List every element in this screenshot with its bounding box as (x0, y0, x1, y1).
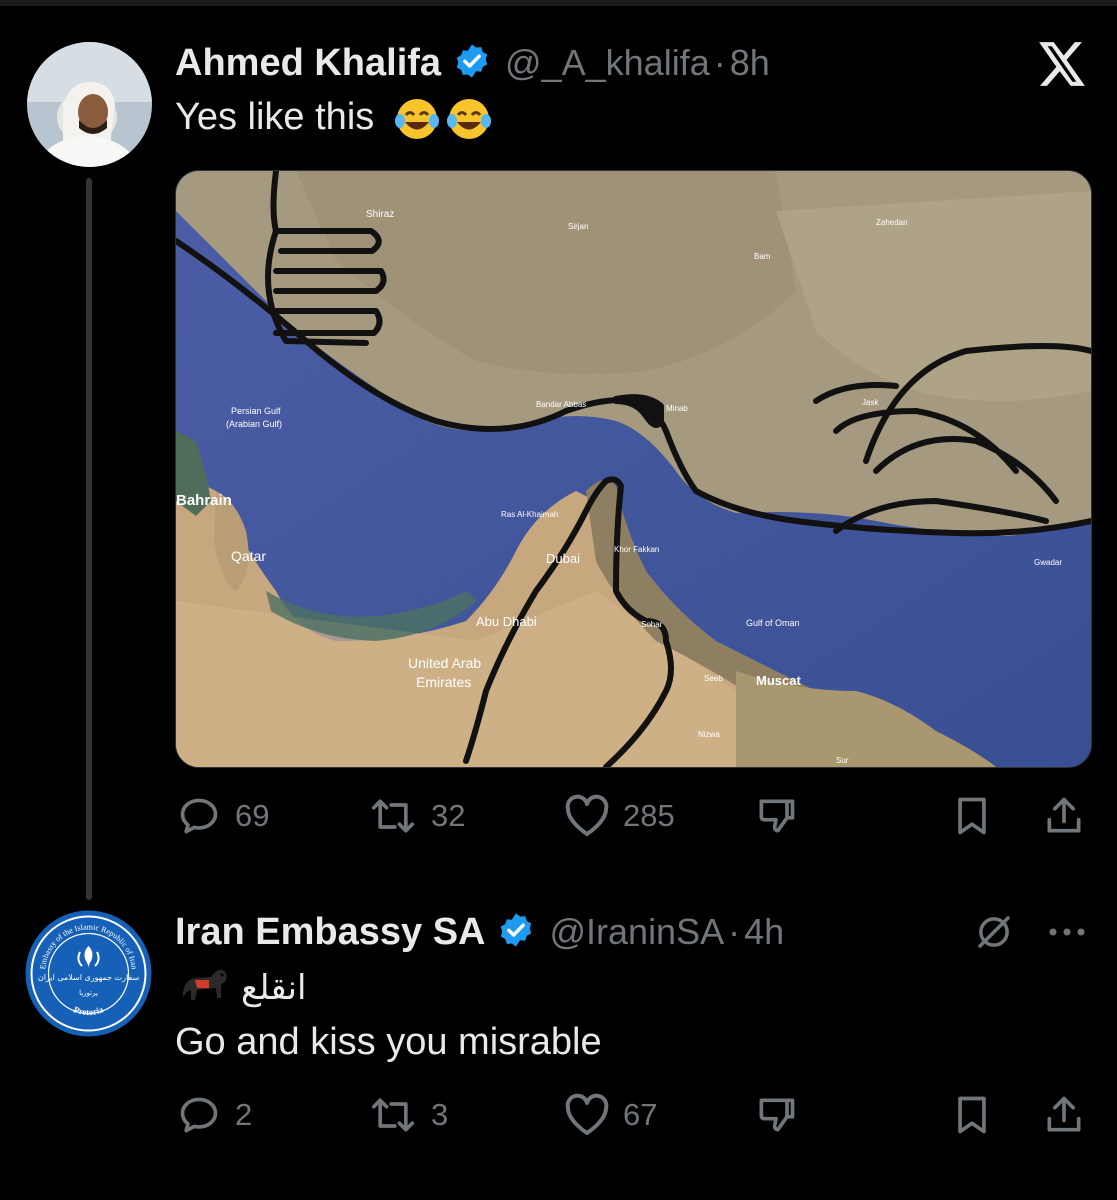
map-label-gwadar: Gwadar (1034, 558, 1062, 567)
tweet2-header: Iran Embassy SA @IraninSA · 4h (175, 909, 784, 955)
bookmark-button[interactable] (950, 1093, 994, 1137)
reply-icon (177, 794, 221, 838)
tweet2-arabic-row: انقلع (175, 962, 306, 1014)
reply-button[interactable]: 2 (177, 1093, 252, 1137)
top-edge (0, 0, 1117, 6)
map-label-uae-1: United Arab (408, 655, 481, 671)
share-button[interactable] (1042, 794, 1086, 838)
timestamp[interactable]: 8h (730, 42, 770, 84)
dislike-icon (752, 794, 800, 838)
heart-icon (563, 794, 611, 838)
share-icon (1042, 794, 1086, 838)
avatar-iran-embassy[interactable]: Embassy of the Islamic Republic of Iran … (25, 910, 152, 1037)
timestamp[interactable]: 4h (744, 911, 784, 953)
more-icon[interactable] (1045, 918, 1089, 946)
tweet-text: Yes like this (175, 96, 375, 138)
map-label-dubai: Dubai (546, 551, 580, 566)
map-label-gulf-of-oman: Gulf of Oman (746, 618, 800, 628)
repost-icon (367, 794, 419, 838)
map-label-zahedan: Zahedan (876, 218, 908, 227)
share-button[interactable] (1042, 1093, 1086, 1137)
tweet-text: Go and kiss you misrable (175, 1021, 602, 1063)
dislike-icon (752, 1093, 800, 1137)
author-handle[interactable]: @_A_khalifa (505, 42, 710, 84)
map-image: Bahrain Qatar Persian Gulf (Arabian Gulf… (176, 171, 1091, 767)
dog-emoji-icon (175, 962, 231, 1014)
author-name[interactable]: Iran Embassy SA (175, 911, 485, 954)
like-count: 285 (623, 798, 675, 833)
verified-badge-icon (453, 42, 491, 85)
map-label-nizwa: Nizwa (698, 730, 720, 739)
share-icon (1042, 1093, 1086, 1137)
reply-button[interactable]: 69 (177, 794, 269, 838)
separator-dot: · (713, 42, 726, 83)
verified-badge-icon (497, 911, 535, 954)
map-label-minab: Minab (666, 404, 688, 413)
map-label-seeb: Seeb (704, 674, 723, 683)
thread-line (86, 178, 92, 900)
arabic-text: انقلع (241, 968, 307, 1008)
bookmark-icon (950, 1093, 994, 1137)
heart-icon (563, 1093, 611, 1137)
repost-count: 3 (431, 1097, 449, 1132)
bookmark-icon (950, 794, 994, 838)
tweet1-text-row: Yes like this (175, 96, 493, 141)
avatar-ahmed-khalifa[interactable] (27, 42, 152, 167)
like-button[interactable]: 285 (563, 794, 675, 838)
map-label-qatar: Qatar (231, 548, 266, 564)
x-logo-icon[interactable] (1037, 40, 1087, 88)
map-label-bahrain: Bahrain (176, 492, 232, 509)
tweet-media-map[interactable]: Bahrain Qatar Persian Gulf (Arabian Gulf… (175, 170, 1092, 768)
map-label-sohar: Sohar (641, 620, 663, 629)
map-label-bam: Bam (754, 252, 771, 261)
repost-count: 32 (431, 798, 466, 833)
map-label-shiraz: Shiraz (366, 209, 394, 220)
map-label-sur: Sur (836, 756, 849, 765)
author-name[interactable]: Ahmed Khalifa (175, 42, 441, 85)
like-count: 67 (623, 1097, 658, 1132)
reply-icon (177, 1093, 221, 1137)
author-handle[interactable]: @IraninSA (549, 911, 724, 953)
map-label-ras-al-khaimah: Ras Al-Khaimah (501, 510, 558, 519)
reply-count: 69 (235, 798, 270, 833)
dislike-button[interactable] (752, 794, 800, 838)
slashed-circle-icon[interactable] (973, 911, 1015, 953)
repost-icon (367, 1093, 419, 1137)
map-label-persian-gulf: Persian Gulf (231, 406, 281, 416)
dislike-button[interactable] (752, 1093, 800, 1137)
map-label-uae-2: Emirates (416, 674, 471, 690)
reply-count: 2 (235, 1097, 253, 1132)
map-label-muscat: Muscat (756, 673, 801, 688)
bookmark-button[interactable] (950, 794, 994, 838)
repost-button[interactable]: 3 (367, 1093, 448, 1137)
map-label-bandar-abbas: Bandar Abbas (536, 400, 586, 409)
repost-button[interactable]: 32 (367, 794, 465, 838)
seal-city-text: پرتوریا (79, 989, 98, 997)
map-label-arabian-gulf: (Arabian Gulf) (226, 419, 282, 429)
like-button[interactable]: 67 (563, 1093, 657, 1137)
seal-persian-text: سفارت جمهوری اسلامی ایران (38, 973, 140, 982)
laughing-emoji-icon (393, 97, 493, 141)
map-label-jask: Jask (862, 398, 879, 407)
map-label-abu-dhabi: Abu Dhabi (476, 614, 537, 629)
separator-dot: · (728, 911, 741, 952)
tweet1-header: Ahmed Khalifa @_A_khalifa · 8h (175, 40, 770, 86)
map-label-khor-fakkan: Khor Fakkan (614, 545, 659, 554)
map-label-sirjan: Sirjan (568, 222, 588, 231)
